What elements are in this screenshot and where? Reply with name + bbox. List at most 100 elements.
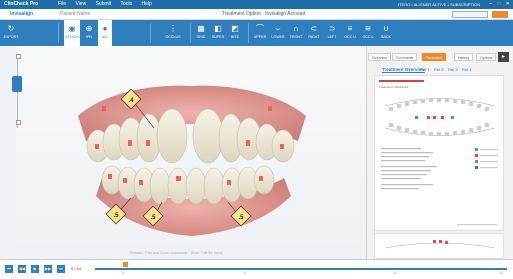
- refresh-icon: ↻: [7, 24, 15, 33]
- first-stage-button[interactable]: ⏮: [5, 265, 13, 273]
- ref-link[interactable]: Ref 3: [448, 67, 458, 72]
- menu-help[interactable]: Help: [142, 1, 152, 7]
- timeline-tick: 0: [122, 271, 124, 275]
- view-front-button[interactable]: ∩ FRONT: [288, 20, 304, 46]
- toolbar-divider: [58, 23, 59, 43]
- left-view-icon: ⊃: [328, 24, 336, 33]
- section-title[interactable]: Treatment Overview: [382, 67, 425, 72]
- doc-title-line: [379, 80, 424, 82]
- occlusion-button[interactable]: ⋮ OCCLUS: [164, 20, 182, 46]
- legend: [475, 148, 498, 169]
- previous-stage-button[interactable]: ◀◀: [18, 265, 26, 273]
- document-thumbnail: Treatment Overview 1: [379, 80, 498, 226]
- view-occ-upper-button[interactable]: ≡ OCC U: [342, 20, 358, 46]
- tab-comments[interactable]: Comments: [392, 53, 418, 61]
- menu-submit[interactable]: Submit: [96, 1, 112, 7]
- 3d-viewport[interactable]: .4 .5 .5 .5: [16, 46, 366, 259]
- window-controls: – □ ✕: [485, 0, 510, 9]
- occlusal-upper-icon: ≡: [347, 24, 353, 33]
- all-toggle[interactable]: ● ALL: [98, 20, 112, 46]
- timeline-tick: 5: [244, 271, 246, 275]
- tab-options[interactable]: Options: [476, 53, 497, 61]
- view-occ-lower-button[interactable]: ≋ OCC L: [360, 20, 376, 46]
- attachments-toggle[interactable]: ◉ ATTACH: [64, 20, 80, 46]
- view-lower-button[interactable]: ⌣ LOWER: [270, 20, 286, 46]
- lower-arch-icon: ⌣: [275, 24, 281, 33]
- ipr-value: .5: [113, 213, 119, 219]
- menu-tools[interactable]: Tools: [120, 1, 132, 7]
- invisalign-logo: invisalign: [10, 11, 34, 17]
- treatment-document-page-2: [374, 233, 504, 259]
- tab-overview[interactable]: Overview: [368, 53, 391, 61]
- superimpose-icon: ◧: [214, 24, 222, 33]
- ipr-value: .5: [150, 215, 156, 221]
- doc-title: Treatment Overview 1: [379, 85, 409, 89]
- stage-timeline[interactable]: [95, 268, 507, 270]
- grid-button[interactable]: ▦ GRID: [194, 20, 208, 46]
- grid-icon: ▦: [197, 24, 205, 33]
- ipr-value: .5: [238, 215, 244, 221]
- dental-model: .4 .5 .5 .5: [78, 85, 306, 236]
- treatment-title: Treatment Option · Invisalign Account: [222, 11, 306, 17]
- toolbar-divider: [248, 23, 249, 43]
- account-info: ITERO • ALIGNER ACTIVE • SUBSCRIPTION: [398, 2, 481, 7]
- patient-name[interactable]: Patient Name: [60, 9, 90, 20]
- close-icon[interactable]: ✕: [506, 1, 510, 7]
- tab-history[interactable]: History: [454, 53, 474, 61]
- view-option-checkbox[interactable]: [16, 120, 21, 125]
- ref-link[interactable]: Ref 4: [462, 67, 472, 72]
- occlusal-lower-icon: ≋: [364, 24, 372, 33]
- menu-file[interactable]: File: [58, 1, 66, 7]
- minimize-icon[interactable]: –: [489, 1, 492, 7]
- menu-bar: File View Submit Tools Help: [58, 0, 160, 9]
- doc-text-lines: [381, 148, 437, 190]
- dot-icon: ●: [102, 24, 108, 33]
- toolbar: ↻ EXPORT ◉ ATTACH ⊕ IPR ● ALL ⋮ OCCLUS ▦ GRID …: [0, 20, 513, 46]
- menu-view[interactable]: View: [75, 1, 86, 7]
- back-view-icon: ∪: [383, 24, 389, 33]
- zoom-slider-track: [17, 58, 18, 128]
- title-bar: ClinCheck Pro File View Submit Tools Hel…: [0, 0, 513, 9]
- submit-button[interactable]: [492, 11, 508, 18]
- viewport-hint: Rotation, Pan and Zoom commands · (Hold …: [130, 251, 224, 255]
- view-left-button[interactable]: ⊃ LEFT: [324, 20, 340, 46]
- app-name: ClinCheck Pro: [4, 1, 39, 7]
- zoom-slider-handle[interactable]: [12, 76, 22, 92]
- header-bar: invisalign Patient Name Treatment Option…: [0, 9, 513, 20]
- timeline-cursor[interactable]: [123, 262, 128, 267]
- right-view-icon: ⊂: [310, 24, 318, 33]
- export-button[interactable]: ↻ EXPORT: [2, 20, 20, 46]
- doc-footer-line: [457, 224, 497, 226]
- tab-treatment[interactable]: Treatment: [422, 53, 447, 61]
- bite-button[interactable]: ◩ BITE: [228, 20, 242, 46]
- maximize-icon[interactable]: □: [497, 1, 500, 7]
- play-button[interactable]: ▶: [31, 265, 39, 273]
- upper-arch-icon: ⌒: [256, 24, 264, 33]
- bite-icon: ◩: [231, 24, 239, 33]
- timeline-tick: 10: [393, 271, 397, 275]
- timeline-tick: 14: [499, 271, 503, 275]
- tooth-chart-cells: [389, 98, 489, 136]
- stage-counter: 0 / 14: [71, 266, 82, 271]
- occlusion-icon: ⋮: [169, 24, 177, 33]
- front-view-icon: ∩: [293, 24, 299, 33]
- view-upper-button[interactable]: ⌒ UPPER: [252, 20, 268, 46]
- ipr-toggle[interactable]: ⊕ IPR: [82, 20, 96, 46]
- document-thumbnail-2: [384, 240, 496, 249]
- treatment-document: Treatment Overview 1: [374, 75, 504, 231]
- view-back-button[interactable]: ∪ BACK: [378, 20, 394, 46]
- ref-link[interactable]: Ref 2: [434, 67, 444, 72]
- toolbar-divider: [150, 23, 151, 43]
- ref-link[interactable]: Ref 1: [420, 67, 430, 72]
- lower-teeth: [101, 165, 275, 205]
- last-stage-button[interactable]: ⏭: [57, 265, 65, 273]
- search-box[interactable]: [452, 11, 488, 18]
- view-right-button[interactable]: ⊂ RIGHT: [306, 20, 322, 46]
- attachment-icon: ◉: [68, 24, 76, 33]
- ipr-icon: ⊕: [85, 24, 93, 33]
- next-stage-button[interactable]: ▶▶: [44, 265, 52, 273]
- superimpose-button[interactable]: ◧ SUPER: [210, 20, 226, 46]
- collapse-panel-icon[interactable]: ▸: [498, 52, 509, 62]
- clincheck-window: ClinCheck Pro File View Submit Tools Hel…: [0, 0, 513, 279]
- toolbar-divider: [190, 23, 191, 43]
